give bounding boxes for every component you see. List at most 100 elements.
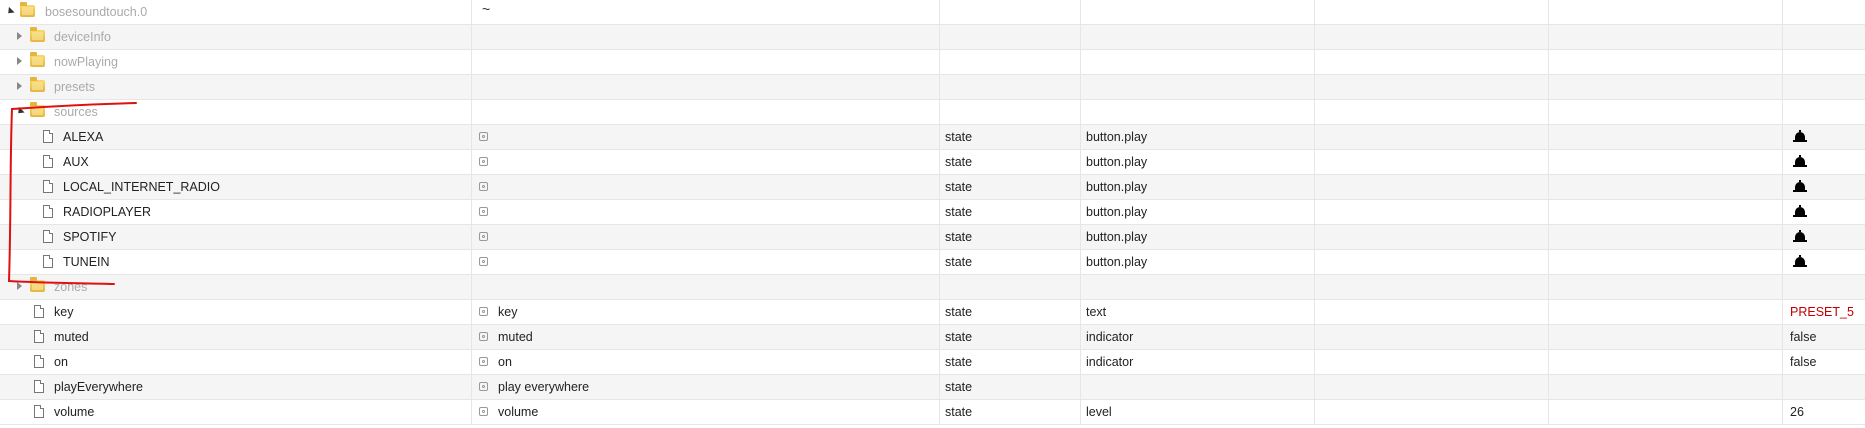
- bell-button-icon[interactable]: [1793, 180, 1807, 194]
- value-cell[interactable]: false: [1783, 325, 1865, 349]
- role-icon: [479, 332, 488, 341]
- expand-arrow-icon[interactable]: [17, 57, 22, 65]
- tree-row-sources[interactable]: sources: [0, 100, 1865, 125]
- type-cell: state: [940, 250, 1081, 274]
- bell-button-icon[interactable]: [1793, 130, 1807, 144]
- tree-row-source[interactable]: AUX state button.play: [0, 150, 1865, 175]
- tree-row-state[interactable]: muted muted state indicator false: [0, 325, 1865, 350]
- value-cell[interactable]: [1783, 375, 1865, 399]
- tree-row-source[interactable]: RADIOPLAYER state button.play: [0, 200, 1865, 225]
- tree-row-source[interactable]: SPOTIFY state button.play: [0, 225, 1865, 250]
- role-icon: [479, 157, 488, 166]
- tree-row-root[interactable]: bosesoundtouch.0 ~: [0, 0, 1865, 25]
- folder-icon: [30, 52, 45, 67]
- value-cell[interactable]: 26: [1783, 400, 1865, 424]
- role-icon: [479, 407, 488, 416]
- type-cell: state: [940, 225, 1081, 249]
- type-cell: state: [940, 325, 1081, 349]
- file-icon: [34, 330, 44, 343]
- tree-label: ALEXA: [63, 130, 104, 144]
- tree-label: sources: [54, 105, 98, 119]
- name-cell: muted: [498, 330, 533, 344]
- type-cell: state: [940, 200, 1081, 224]
- collapse-arrow-icon[interactable]: [15, 106, 25, 117]
- role-cell: button.play: [1081, 125, 1315, 149]
- tree-row-zones[interactable]: zones: [0, 275, 1865, 300]
- type-cell: state: [940, 400, 1081, 424]
- role-icon: [479, 382, 488, 391]
- role-icon: [479, 132, 488, 141]
- tree-row-state[interactable]: key key state text PRESET_5: [0, 300, 1865, 325]
- bell-button-icon[interactable]: [1793, 255, 1807, 269]
- value-cell[interactable]: false: [1783, 350, 1865, 374]
- tree-label: deviceInfo: [54, 30, 111, 44]
- tree-label: key: [54, 305, 74, 319]
- file-icon: [43, 205, 53, 218]
- type-cell: state: [940, 375, 1081, 399]
- tree-row-source[interactable]: ALEXA state button.play: [0, 125, 1865, 150]
- bell-button-icon[interactable]: [1793, 205, 1807, 219]
- file-icon: [34, 380, 44, 393]
- tree-label: SPOTIFY: [63, 230, 117, 244]
- role-icon: [479, 232, 488, 241]
- file-icon: [43, 230, 53, 243]
- tree-row-deviceinfo[interactable]: deviceInfo: [0, 25, 1865, 50]
- bell-button-icon[interactable]: [1793, 230, 1807, 244]
- collapse-arrow-icon[interactable]: [5, 6, 15, 17]
- file-icon: [34, 355, 44, 368]
- role-cell: button.play: [1081, 250, 1315, 274]
- tree-label: nowPlaying: [54, 55, 118, 69]
- folder-icon: [30, 77, 45, 92]
- type-cell: state: [940, 175, 1081, 199]
- value-cell[interactable]: PRESET_5: [1783, 300, 1865, 324]
- file-icon: [43, 255, 53, 268]
- folder-icon: [30, 102, 45, 117]
- expand-arrow-icon[interactable]: [17, 82, 22, 90]
- tree-row-state[interactable]: playEverywhere play everywhere state: [0, 375, 1865, 400]
- tree-label: TUNEIN: [63, 255, 110, 269]
- tree-label: presets: [54, 80, 95, 94]
- role-cell: level: [1081, 400, 1315, 424]
- name-cell: ~: [482, 1, 491, 17]
- tree-row-state[interactable]: on on state indicator false: [0, 350, 1865, 375]
- name-cell: volume: [498, 405, 539, 419]
- bell-button-icon[interactable]: [1793, 155, 1807, 169]
- tree-label: on: [54, 355, 68, 369]
- file-icon: [43, 180, 53, 193]
- tree-label: AUX: [63, 155, 89, 169]
- role-cell: button.play: [1081, 175, 1315, 199]
- file-icon: [43, 155, 53, 168]
- name-cell: key: [498, 305, 518, 319]
- role-icon: [479, 357, 488, 366]
- role-cell: text: [1081, 300, 1315, 324]
- folder-icon: [30, 27, 45, 42]
- expand-arrow-icon[interactable]: [17, 32, 22, 40]
- tree-row-source[interactable]: TUNEIN state button.play: [0, 250, 1865, 275]
- folder-icon: [30, 277, 45, 292]
- type-cell: state: [940, 150, 1081, 174]
- tree-label: volume: [54, 405, 95, 419]
- tree-row-presets[interactable]: presets: [0, 75, 1865, 100]
- folder-icon: [20, 2, 35, 17]
- tree-label: zones: [54, 280, 88, 294]
- role-cell: indicator: [1081, 325, 1315, 349]
- tree-label: muted: [54, 330, 89, 344]
- role-cell: button.play: [1081, 200, 1315, 224]
- name-cell: play everywhere: [498, 380, 590, 394]
- expand-arrow-icon[interactable]: [17, 282, 22, 290]
- tree-label: LOCAL_INTERNET_RADIO: [63, 180, 220, 194]
- tree-label: playEverywhere: [54, 380, 143, 394]
- tree-row-state[interactable]: volume volume state level 26: [0, 400, 1865, 425]
- role-cell: button.play: [1081, 225, 1315, 249]
- tree-row-source[interactable]: LOCAL_INTERNET_RADIO state button.play: [0, 175, 1865, 200]
- type-cell: state: [940, 125, 1081, 149]
- type-cell: state: [940, 300, 1081, 324]
- role-cell: indicator: [1081, 350, 1315, 374]
- name-cell: on: [498, 355, 512, 369]
- file-icon: [34, 405, 44, 418]
- type-cell: state: [940, 350, 1081, 374]
- role-cell: [1081, 375, 1315, 399]
- role-icon: [479, 257, 488, 266]
- tree-row-nowplaying[interactable]: nowPlaying: [0, 50, 1865, 75]
- tree-label: bosesoundtouch.0: [45, 5, 148, 19]
